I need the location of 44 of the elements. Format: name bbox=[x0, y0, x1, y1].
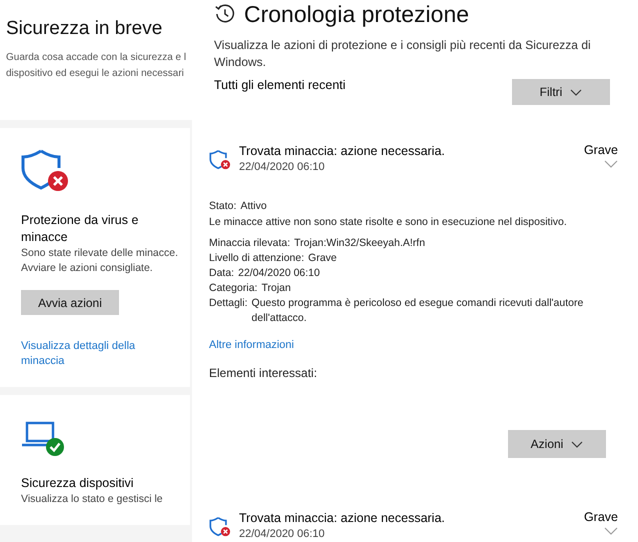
description-text: dispositivo ed esegui le azioni necessari bbox=[6, 67, 185, 81]
field-value: Grave bbox=[308, 251, 337, 266]
description-text: Visualizza le azioni di protezione e i consigli più recenti da Sicurezza di Windows. bbox=[214, 37, 592, 71]
details-link[interactable]: Visualizza dettagli della minaccia bbox=[21, 339, 180, 369]
threat-entry[interactable]: Trovata minaccia: azione necessaria. 22/04/2020 06:10 Grave bbox=[209, 143, 618, 175]
field-label: Data: bbox=[209, 266, 234, 281]
shield-icon bbox=[209, 149, 231, 171]
start-actions-button[interactable]: Avvia azioni bbox=[21, 290, 119, 315]
field-label: Livello di attenzione: bbox=[209, 251, 304, 266]
entry-title: Trovata minaccia: azione necessaria. bbox=[239, 143, 446, 159]
history-icon bbox=[214, 3, 236, 25]
entry-date: 22/04/2020 06:10 bbox=[239, 160, 326, 175]
card-title: Sicurezza dispositivi bbox=[21, 475, 134, 492]
field-value: Trojan bbox=[261, 281, 291, 296]
description-text: Guarda cosa accade con la sicurezza e l bbox=[6, 51, 188, 65]
field-value: Questo programma è pericoloso ed esegue comandi ricevuti dall'autore dell'attacco. bbox=[252, 296, 584, 326]
card-title: Protezione da virus e minacce bbox=[21, 212, 140, 246]
chevron-icon bbox=[604, 527, 618, 535]
field-value: 22/04/2020 06:10 bbox=[238, 266, 320, 281]
page-title: Sicurezza in breve bbox=[6, 18, 164, 40]
entry-title: Trovata minaccia: azione necessaria. bbox=[239, 510, 446, 526]
state-text: Le minacce attive non sono state risolte e sono in esecuzione nel dispositivo. bbox=[209, 215, 568, 230]
chevron-icon bbox=[604, 160, 618, 168]
threat-entry[interactable]: Trovata minaccia: azione necessaria. 22/04/2020 06:10 Grave bbox=[209, 510, 618, 542]
shield-icon bbox=[209, 516, 231, 538]
severity-label: Grave bbox=[584, 143, 618, 157]
affected-items-label: Elementi interessati: bbox=[209, 366, 318, 380]
card-text: Visualizza lo stato e gestisci le bbox=[21, 492, 163, 507]
chevron-icon bbox=[570, 88, 582, 96]
field-value: Trojan:Win32/Skeeyah.A!rfn bbox=[294, 236, 426, 251]
field-label: Minaccia rilevata: bbox=[209, 236, 290, 251]
severity-label: Grave bbox=[584, 510, 618, 524]
filter-button[interactable]: Filtri bbox=[512, 79, 610, 105]
page-title: Cronologia protezione bbox=[244, 0, 470, 28]
field-label: Stato: bbox=[209, 199, 236, 214]
more-info-link[interactable]: Altre informazioni bbox=[209, 339, 294, 351]
field-label: Categoria: bbox=[209, 281, 258, 296]
card-text: Sono state rilevate delle minacce. Avviare le azioni consigliate. bbox=[21, 246, 180, 276]
field-value: Attivo bbox=[240, 199, 267, 214]
field-label: Dettagli: bbox=[209, 296, 248, 311]
entry-date: 22/04/2020 06:10 bbox=[239, 527, 326, 542]
actions-button[interactable]: Azioni bbox=[508, 430, 606, 458]
chevron-icon bbox=[571, 440, 584, 448]
section-label: Tutti gli elementi recenti bbox=[214, 78, 346, 92]
